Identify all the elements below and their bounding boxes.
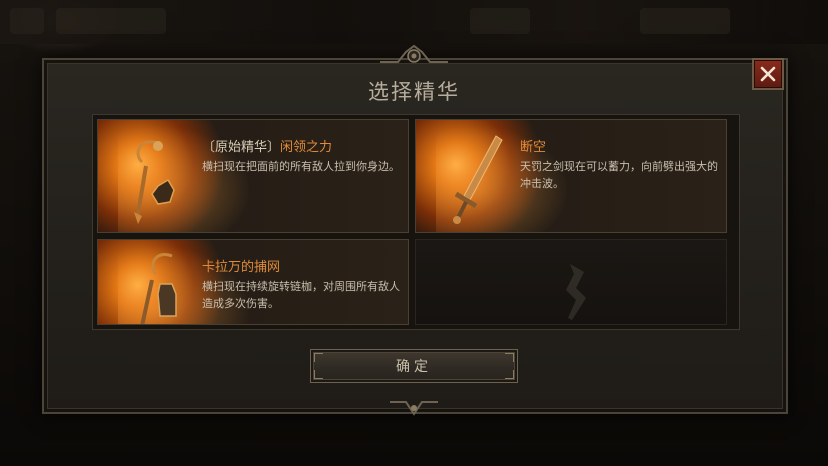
flail-icon bbox=[134, 140, 175, 224]
essence-description: 横扫现在把面前的所有敌人拉到你身边。 bbox=[202, 160, 400, 173]
essence-card[interactable]: 〔原始精华〕闲领之力 横扫现在把面前的所有敌人拉到你身边。 bbox=[97, 119, 409, 233]
close-button[interactable] bbox=[752, 58, 784, 90]
bottom-ornament-icon bbox=[390, 401, 438, 416]
crest-ornament-icon bbox=[380, 44, 448, 63]
essence-card[interactable]: 断空 天罚之剑现在可以蓄力，向前劈出强大的冲击波。 bbox=[415, 119, 727, 233]
essence-grid: 〔原始精华〕闲领之力 横扫现在把面前的所有敌人拉到你身边。 断空 天罚之剑现在可… bbox=[92, 114, 740, 330]
close-icon bbox=[760, 66, 776, 82]
confirm-label: 确定 bbox=[396, 359, 432, 375]
essence-card[interactable]: 卡拉万的捕网 横扫现在持续旋转链枷，对周围所有敌人造成多次伤害。 bbox=[97, 239, 409, 325]
sword-icon bbox=[453, 135, 503, 224]
confirm-button[interactable]: 确定 bbox=[310, 349, 518, 383]
essence-description: 横扫现在持续旋转链枷，对周围所有敌人造成多次伤害。 bbox=[202, 280, 400, 310]
empty-essence-slot bbox=[415, 239, 727, 325]
essence-name: 卡拉万的捕网 bbox=[202, 260, 281, 275]
placeholder-rune-icon bbox=[566, 264, 586, 320]
essence-name: 断空 bbox=[520, 140, 547, 155]
essence-description: 天罚之剑现在可以蓄力，向前劈出强大的冲击波。 bbox=[520, 160, 718, 190]
chain-flail-icon bbox=[140, 253, 177, 324]
blurred-hud bbox=[0, 0, 828, 44]
dialog-title: 选择精华 bbox=[368, 80, 460, 104]
essence-name: 〔原始精华〕闲领之力 bbox=[202, 140, 333, 155]
